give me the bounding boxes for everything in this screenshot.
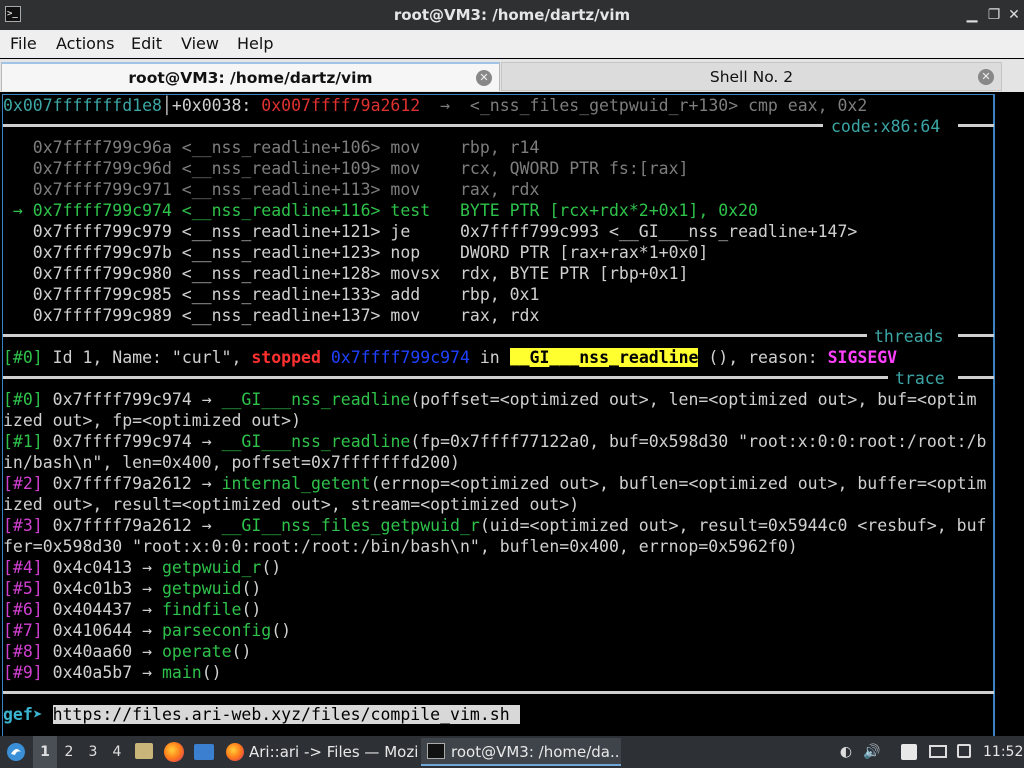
trace-line: [#2] 0x7ffff79a2612 → internal_getent(er… <box>3 474 987 493</box>
code-section-label: code:x86:64 <box>831 117 941 136</box>
task-label: Ari::ari -> Files — Mozi... <box>249 743 418 761</box>
trace-line: ized out>, result=<optimized out>, strea… <box>3 495 580 514</box>
code-line: 0x7ffff799c971 <__nss_readline+113> mov … <box>3 180 540 199</box>
task-terminal[interactable]: root@VM3: /home/da... <box>421 738 621 766</box>
menu-view[interactable]: View <box>181 34 219 53</box>
clock[interactable]: 11:52 <box>983 736 1023 768</box>
threads-separator <box>3 334 867 337</box>
maximize-icon[interactable]: ❐ <box>985 6 1003 24</box>
thread-reason: SIGSEGV <box>827 348 898 367</box>
thread-reason-label: (), reason: <box>698 348 828 367</box>
network-icon[interactable] <box>929 745 947 758</box>
command-input[interactable]: https://files.ari-web.xyz/files/compile_… <box>52 705 520 724</box>
trace-line: [#1] 0x7ffff799c974 → __GI___nss_readlin… <box>3 432 987 451</box>
window-title: root@VM3: /home/dartz/vim <box>393 6 631 24</box>
trace-line: fer=0x598d30 "root:x:0:0:root:/root:/bin… <box>3 537 798 556</box>
taskbar: 1 2 3 4 Ari::ari -> Files — Mozi... root… <box>0 736 1024 768</box>
trace-line: ized out>, fp=<optimized out>) <box>3 411 302 430</box>
trace-separator <box>3 376 888 379</box>
code-line: 0x7ffff799c985 <__nss_readline+133> add … <box>3 285 540 304</box>
minimize-icon[interactable]: ▁ <box>963 6 981 24</box>
firefox-launcher-icon[interactable] <box>164 742 184 762</box>
updates-icon[interactable] <box>957 744 971 758</box>
trace-line: [#0] 0x7ffff799c974 → __GI___nss_readlin… <box>3 390 977 409</box>
menu-actions[interactable]: Actions <box>56 34 114 53</box>
terminal-scrollbar[interactable] <box>994 94 1024 736</box>
window-titlebar[interactable]: >_ root@VM3: /home/dartz/vim ▁ ❐ ✕ <box>0 0 1024 30</box>
volume-icon[interactable]: 🔊 <box>863 736 881 768</box>
menu-edit[interactable]: Edit <box>131 34 162 53</box>
code-line: 0x7ffff799c980 <__nss_readline+128> movs… <box>3 264 689 283</box>
trace-separator-right <box>958 376 994 379</box>
gef-prompt: gef➤ <box>3 705 53 724</box>
thread-function: __GI___nss_readline <box>509 348 699 367</box>
trace-line: [#3] 0x7ffff79a2612 → __GI__nss_files_ge… <box>3 516 987 535</box>
code-separator-right <box>958 124 994 127</box>
threads-separator-right <box>958 334 994 337</box>
workspace-2[interactable]: 2 <box>57 736 81 768</box>
trace-line: [#9] 0x40a5b7 → main() <box>3 663 222 682</box>
close-icon[interactable]: ✕ <box>1005 6 1023 24</box>
clipboard-icon[interactable] <box>901 744 917 760</box>
terminal-icon <box>427 743 445 759</box>
thread-index: [#0] <box>3 348 43 367</box>
stack-value: 0x007ffff79a2612 <box>261 96 421 115</box>
code-line: 0x7ffff799c989 <__nss_readline+137> mov … <box>3 306 540 325</box>
file-manager-icon[interactable] <box>135 743 153 759</box>
tab-label: Shell No. 2 <box>709 68 794 86</box>
tab-root-vm3[interactable]: root@VM3: /home/dartz/vim ✕ <box>1 62 500 91</box>
thread-address: 0x7ffff799c974 <box>320 348 470 367</box>
thread-in: in <box>469 348 510 367</box>
task-label: root@VM3: /home/da... <box>451 743 621 761</box>
start-menu-icon[interactable] <box>6 742 26 762</box>
trace-line: [#7] 0x410644 → parseconfig() <box>3 621 292 640</box>
code-line-current: → 0x7ffff799c974 <__nss_readline+116> te… <box>3 201 758 220</box>
stack-address: 0x007fffffffd1e8 <box>3 96 162 115</box>
workspace-4[interactable]: 4 <box>105 736 129 768</box>
gef-prompt-line[interactable]: gef➤ https://files.ari-web.xyz/files/com… <box>3 704 520 725</box>
code-separator <box>3 124 823 127</box>
thread-line: [#0] Id 1, Name: "curl", stopped 0x7ffff… <box>3 347 897 368</box>
trace-line: [#4] 0x4c0413 → getpwuid_r() <box>3 558 282 577</box>
firefox-icon <box>226 743 244 761</box>
thread-info: Id 1, Name: "curl", <box>42 348 252 367</box>
code-line: 0x7ffff799c96d <__nss_readline+109> mov … <box>3 159 689 178</box>
workspace-3[interactable]: 3 <box>81 736 105 768</box>
trace-line: [#6] 0x404437 → findfile() <box>3 600 262 619</box>
menu-help[interactable]: Help <box>237 34 273 53</box>
code-line: 0x7ffff799c96a <__nss_readline+106> mov … <box>3 138 540 157</box>
terminal-output[interactable]: 0x007fffffffd1e8│+0x0038: 0x007ffff79a26… <box>2 94 994 736</box>
tab-label: root@VM3: /home/dartz/vim <box>128 69 373 87</box>
bottom-separator <box>3 691 994 694</box>
tab-bar: root@VM3: /home/dartz/vim ✕ Shell No. 2 … <box>0 59 1024 92</box>
trace-line: in/bash\n", len=0x400, poffset=0x7ffffff… <box>3 453 460 472</box>
tab-close-icon[interactable]: ✕ <box>978 69 994 85</box>
applet-icon[interactable]: ◐ <box>838 736 854 768</box>
menu-bar: File Actions Edit View Help <box>0 30 1024 58</box>
trace-line: [#8] 0x40aa60 → operate() <box>3 642 252 661</box>
code-line: 0x7ffff799c97b <__nss_readline+123> nop … <box>3 243 709 262</box>
tab-shell-no-2[interactable]: Shell No. 2 ✕ <box>501 62 1002 91</box>
trace-line: [#5] 0x4c01b3 → getpwuid() <box>3 579 262 598</box>
tab-close-icon[interactable]: ✕ <box>476 70 492 86</box>
task-firefox[interactable]: Ari::ari -> Files — Mozi... <box>222 738 418 766</box>
trace-section-label: trace <box>895 369 945 388</box>
threads-section-label: threads <box>874 327 944 346</box>
workspace-1[interactable]: 1 <box>33 736 57 768</box>
stack-line: 0x007fffffffd1e8│+0x0038: 0x007ffff79a26… <box>3 96 868 115</box>
stack-offset: +0x0038: <box>171 96 262 115</box>
thread-state: stopped <box>251 348 321 367</box>
code-line: 0x7ffff799c979 <__nss_readline+121> je 0… <box>3 222 858 241</box>
show-desktop-icon[interactable] <box>194 744 214 760</box>
menu-file[interactable]: File <box>10 34 37 53</box>
stack-rest: → <_nss_files_getpwuid_r+130> cmp eax, 0… <box>420 96 868 115</box>
